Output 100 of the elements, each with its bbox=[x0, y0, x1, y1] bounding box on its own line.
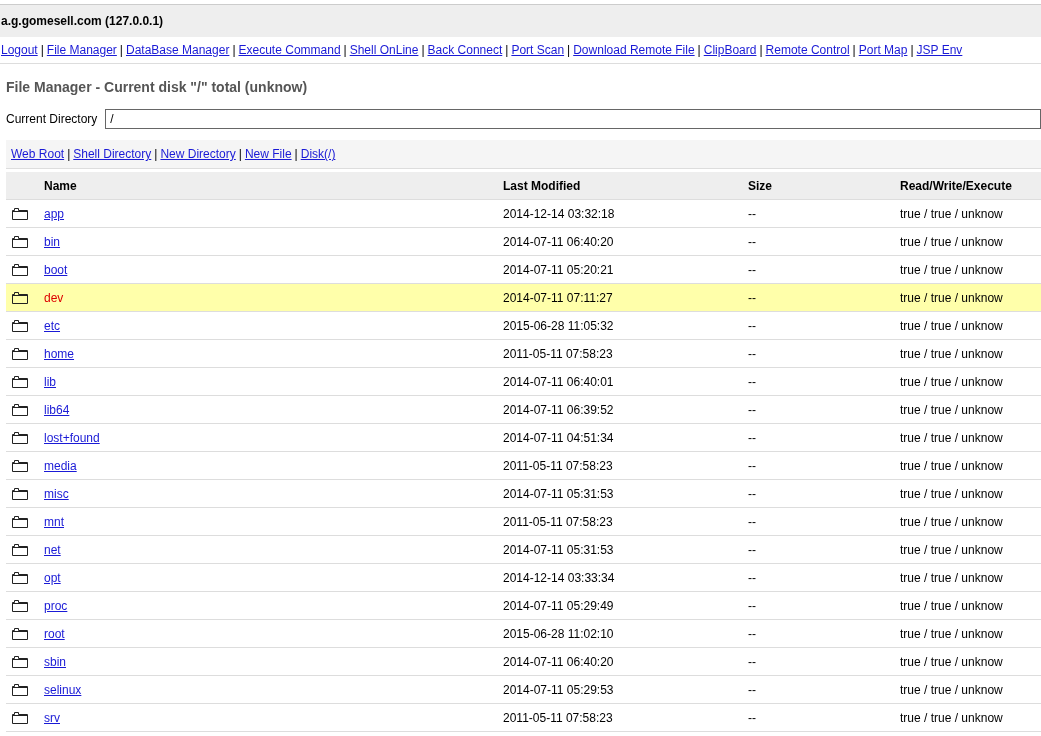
table-cell-text: 2011-05-11 07:58:23 bbox=[503, 346, 614, 361]
separator: | bbox=[154, 147, 158, 161]
file-row[interactable]: opt 2014-12-14 03:33:34 -- true / true / unknow bbox=[6, 564, 1041, 592]
folder-link[interactable]: mnt bbox=[44, 514, 64, 529]
nav-link[interactable]: Port Scan bbox=[511, 43, 565, 57]
folder-link[interactable]: etc bbox=[44, 318, 60, 333]
table-cell: true / true / unknow bbox=[900, 374, 1003, 389]
folder-link[interactable]: app bbox=[44, 206, 65, 221]
folder-icon bbox=[12, 599, 28, 612]
folder-link[interactable]: boot bbox=[44, 262, 68, 277]
folder-link[interactable]: media bbox=[44, 458, 77, 473]
table-cell-text: -- bbox=[748, 430, 757, 445]
table-cell: true / true / unknow bbox=[900, 682, 1003, 697]
file-row[interactable]: media 2011-05-11 07:58:23 -- true / true / unknow bbox=[6, 452, 1041, 480]
file-row[interactable]: lost+found 2014-07-11 04:51:34 -- true / true / unknow bbox=[6, 424, 1041, 452]
action-link[interactable]: Shell Directory bbox=[73, 147, 152, 161]
table-cell-text: -- bbox=[748, 318, 757, 333]
action-link[interactable]: Web Root bbox=[11, 147, 65, 161]
table-cell: true / true / unknow bbox=[900, 234, 1003, 249]
column-header: Read/Write/Execute bbox=[900, 178, 1012, 193]
separator: | bbox=[421, 43, 425, 57]
action-link[interactable]: New Directory bbox=[160, 147, 236, 161]
folder-link[interactable]: sbin bbox=[44, 654, 66, 669]
table-cell-text: -- bbox=[748, 682, 757, 697]
file-row[interactable]: lib64 2014-07-11 06:39:52 -- true / true / unknow bbox=[6, 396, 1041, 424]
nav-link[interactable]: Logout bbox=[1, 43, 38, 57]
table-cell-text: 2014-07-11 06:40:01 bbox=[503, 374, 615, 389]
folder-icon bbox=[12, 207, 28, 220]
table-cell: true / true / unknow bbox=[900, 430, 1003, 445]
table-cell-text: 2011-05-11 07:58:23 bbox=[503, 514, 614, 529]
folder-icon bbox=[12, 459, 28, 472]
directory-label: Current Directory bbox=[6, 112, 98, 126]
table-cell: true / true / unknow bbox=[900, 514, 1003, 529]
file-row[interactable]: mnt 2011-05-11 07:58:23 -- true / true / unknow bbox=[6, 508, 1041, 536]
table-cell: true / true / unknow bbox=[900, 458, 1003, 473]
folder-link[interactable]: lib bbox=[44, 374, 56, 389]
table-cell-text: 2014-07-11 07:11:27 bbox=[503, 290, 614, 305]
folder-link[interactable]: proc bbox=[44, 598, 68, 613]
file-row[interactable]: net 2014-07-11 05:31:53 -- true / true / unknow bbox=[6, 536, 1041, 564]
table-cell: true / true / unknow bbox=[900, 570, 1003, 585]
nav-link[interactable]: ClipBoard bbox=[703, 43, 757, 57]
table-cell: true / true / unknow bbox=[900, 402, 1003, 417]
folder-link[interactable]: dev bbox=[44, 290, 64, 305]
folder-link[interactable]: home bbox=[44, 346, 75, 361]
nav-link[interactable]: Execute Command bbox=[238, 43, 341, 57]
file-row[interactable]: app 2014-12-14 03:32:18 -- true / true / unknow bbox=[6, 200, 1041, 228]
table-cell-text: -- bbox=[748, 402, 757, 417]
file-row[interactable]: sbin 2014-07-11 06:40:20 -- true / true / unknow bbox=[6, 648, 1041, 676]
table-cell-text: 2011-05-11 07:58:23 bbox=[503, 458, 614, 473]
nav-link[interactable]: Download Remote File bbox=[573, 43, 695, 57]
folder-link[interactable]: opt bbox=[44, 570, 61, 585]
file-row[interactable]: misc 2014-07-11 05:31:53 -- true / true / unknow bbox=[6, 480, 1041, 508]
separator: | bbox=[759, 43, 763, 57]
folder-icon bbox=[12, 403, 28, 416]
folder-link[interactable]: selinux bbox=[44, 682, 82, 697]
table-cell-text: -- bbox=[748, 654, 757, 669]
table-cell-text: 2014-07-11 06:39:52 bbox=[503, 402, 615, 417]
table-cell-text: -- bbox=[748, 486, 757, 501]
table-cell-text: 2011-05-11 07:58:23 bbox=[503, 710, 614, 725]
table-cell-text: -- bbox=[748, 206, 757, 221]
file-row[interactable]: dev 2014-07-11 07:11:27 -- true / true / unknow bbox=[6, 284, 1041, 312]
separator: | bbox=[852, 43, 856, 57]
folder-link[interactable]: lib64 bbox=[44, 402, 70, 417]
table-cell-text: -- bbox=[748, 262, 757, 277]
nav-link[interactable]: Shell OnLine bbox=[349, 43, 419, 57]
nav-link[interactable]: DataBase Manager bbox=[126, 43, 230, 57]
table-cell-text: -- bbox=[748, 514, 757, 529]
nav-link[interactable]: Remote Control bbox=[765, 43, 850, 57]
nav-link[interactable]: Port Map bbox=[858, 43, 908, 57]
file-row[interactable]: srv 2011-05-11 07:58:23 -- true / true / unknow bbox=[6, 704, 1041, 732]
nav-link[interactable]: JSP Env bbox=[916, 43, 963, 57]
file-row[interactable]: proc 2014-07-11 05:29:49 -- true / true / unknow bbox=[6, 592, 1041, 620]
folder-link[interactable]: root bbox=[44, 626, 65, 641]
file-row[interactable]: bin 2014-07-11 06:40:20 -- true / true / unknow bbox=[6, 228, 1041, 256]
table-cell-text: -- bbox=[748, 626, 757, 641]
table-cell: true / true / unknow bbox=[900, 626, 1003, 641]
separator: | bbox=[567, 43, 571, 57]
file-row[interactable]: etc 2015-06-28 11:05:32 -- true / true / unknow bbox=[6, 312, 1041, 340]
nav-link[interactable]: File Manager bbox=[46, 43, 117, 57]
table-cell-text: 2014-07-11 05:20:21 bbox=[503, 262, 615, 277]
table-cell-text: -- bbox=[748, 710, 757, 725]
folder-link[interactable]: misc bbox=[44, 486, 69, 501]
directory-field[interactable]: / bbox=[105, 109, 1041, 129]
separator: | bbox=[119, 43, 123, 57]
file-row[interactable]: home 2011-05-11 07:58:23 -- true / true / unknow bbox=[6, 340, 1041, 368]
separator: | bbox=[232, 43, 236, 57]
folder-icon bbox=[12, 515, 28, 528]
file-row[interactable]: selinux 2014-07-11 05:29:53 -- true / true / unknow bbox=[6, 676, 1041, 704]
file-row[interactable]: lib 2014-07-11 06:40:01 -- true / true / unknow bbox=[6, 368, 1041, 396]
folder-link[interactable]: net bbox=[44, 542, 61, 557]
table-cell-text: 2014-07-11 05:29:49 bbox=[503, 598, 615, 613]
folder-link[interactable]: bin bbox=[44, 234, 60, 249]
nav-link[interactable]: Back Connect bbox=[427, 43, 503, 57]
action-link[interactable]: Disk(/) bbox=[300, 147, 336, 161]
table-cell-text: 2014-12-14 03:33:34 bbox=[503, 570, 616, 585]
folder-link[interactable]: srv bbox=[44, 710, 60, 725]
folder-link[interactable]: lost+found bbox=[44, 430, 100, 445]
file-row[interactable]: root 2015-06-28 11:02:10 -- true / true / unknow bbox=[6, 620, 1041, 648]
action-link[interactable]: New File bbox=[244, 147, 292, 161]
folder-icon bbox=[12, 627, 28, 640]
